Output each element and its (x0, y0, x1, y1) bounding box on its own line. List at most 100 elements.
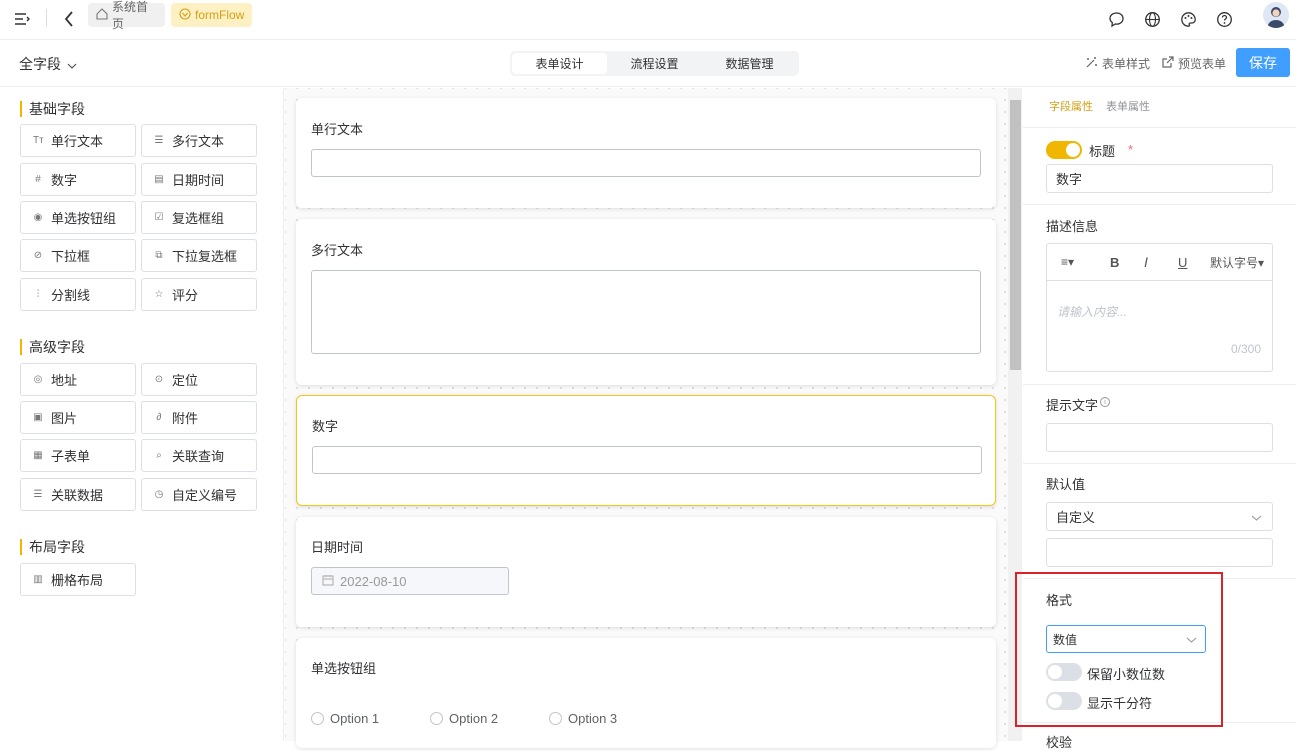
tab-home[interactable]: 系统首页 (88, 0, 165, 31)
font-size-select[interactable]: 默认字号▾ (1210, 254, 1264, 271)
hint-input[interactable] (1046, 423, 1273, 452)
field-label: 下拉复选框 (172, 249, 238, 264)
align-icon[interactable]: ≡▾ (1061, 255, 1074, 269)
help-icon[interactable] (1213, 8, 1235, 30)
tab-form-properties[interactable]: 表单属性 (1106, 98, 1150, 114)
radio-option-1[interactable]: Option 1 (311, 711, 379, 726)
message-icon[interactable] (1105, 8, 1127, 30)
calendar-icon (322, 574, 334, 589)
canvas-field-single-line[interactable]: 单行文本 (296, 98, 996, 208)
multi-line-textarea[interactable] (311, 270, 981, 354)
field-number[interactable]: # 数字 (20, 163, 136, 196)
title-label: 标题 (1089, 144, 1116, 159)
external-link-icon (1161, 55, 1174, 72)
radio-option-2[interactable]: Option 2 (430, 711, 498, 726)
basic-fields-title: 基础字段 (20, 101, 85, 117)
canvas-scroll-thumb[interactable] (1010, 100, 1021, 370)
field-location[interactable]: ⊙ 定位 (141, 363, 257, 396)
field-label: 多行文本 (172, 134, 225, 149)
back-icon[interactable] (58, 8, 80, 30)
tab-field-properties[interactable]: 字段属性 (1049, 98, 1093, 114)
field-attachment[interactable]: ∂ 附件 (141, 401, 257, 434)
form-style-label: 表单样式 (1102, 57, 1151, 71)
canvas-field-radio-group[interactable]: 单选按钮组 Option 1 Option 2 Option 3 (296, 638, 996, 748)
checkbox-icon: ☑ (154, 212, 164, 223)
field-label: 评分 (172, 288, 199, 303)
radio-label: Option 1 (330, 711, 380, 726)
palette-icon[interactable] (1177, 8, 1199, 30)
form-style-button[interactable]: 表单样式 (1085, 55, 1150, 72)
field-label: 复选框组 (172, 211, 225, 226)
field-multi-select[interactable]: ⧉ 下拉复选框 (141, 239, 257, 272)
field-label: 图片 (51, 411, 78, 426)
date-input[interactable]: 2022-08-10 (311, 567, 509, 595)
field-subform[interactable]: ▦ 子表单 (20, 439, 136, 472)
divider (1023, 463, 1296, 464)
info-icon[interactable]: i (1100, 397, 1110, 407)
table-icon: ▦ (33, 450, 43, 461)
tab-formflow[interactable]: formFlow (171, 3, 252, 27)
top-bar: 系统首页 formFlow (0, 0, 1296, 40)
hint-label: 提示文字 (1046, 398, 1099, 413)
calendar-icon: ▤ (154, 174, 164, 185)
field-datetime[interactable]: ▤ 日期时间 (141, 163, 257, 196)
save-button[interactable]: 保存 (1236, 48, 1290, 77)
field-title: 数字 (312, 419, 339, 434)
field-title: 日期时间 (311, 540, 364, 555)
underline-icon[interactable]: U (1178, 255, 1187, 270)
field-label: 单行文本 (51, 134, 104, 149)
canvas-field-number[interactable]: 数字 (296, 395, 996, 506)
field-checkbox-group[interactable]: ☑ 复选框组 (141, 201, 257, 234)
field-multi-line-text[interactable]: ☰ 多行文本 (141, 124, 257, 157)
single-line-input[interactable] (311, 149, 981, 177)
divider (1023, 127, 1296, 128)
field-related-query[interactable]: ⌕ 关联查询 (141, 439, 257, 472)
radio-option-3[interactable]: Option 3 (549, 711, 617, 726)
format-highlight-box (1015, 572, 1223, 727)
field-label: 附件 (172, 411, 199, 426)
toggle-knob (1066, 143, 1080, 157)
description-editor[interactable]: ≡▾ B I U 默认字号▾ 请输入内容... 0/300 (1046, 243, 1273, 372)
field-single-line-text[interactable]: Tᴛ 单行文本 (20, 124, 136, 157)
tab-data-management[interactable]: 数据管理 (702, 53, 797, 74)
radio-circle (430, 712, 443, 725)
field-divider[interactable]: ⫶ 分割线 (20, 278, 136, 311)
title-input[interactable]: 数字 (1046, 164, 1273, 193)
field-image[interactable]: ▣ 图片 (20, 401, 136, 434)
text-icon: Tᴛ (33, 135, 44, 146)
tab-formflow-label: formFlow (195, 8, 245, 22)
field-custom-number[interactable]: ◷ 自定义编号 (141, 478, 257, 511)
field-filter-dropdown[interactable]: 全字段 (19, 54, 77, 74)
globe-icon[interactable] (1141, 8, 1163, 30)
field-label: 数字 (51, 173, 78, 188)
field-label: 分割线 (51, 288, 91, 303)
avatar[interactable] (1263, 2, 1289, 28)
field-label: 定位 (172, 373, 199, 388)
title-visible-toggle[interactable] (1046, 141, 1082, 159)
default-value-select[interactable]: 自定义 (1046, 502, 1273, 531)
default-value-selected: 自定义 (1056, 510, 1096, 525)
field-palette: 基础字段 Tᴛ 单行文本 ☰ 多行文本 # 数字 ▤ 日期时间 ◉ 单选按钮组 ☑ 复选框组… (0, 88, 284, 741)
menu-fold-icon[interactable] (11, 8, 33, 30)
radio-icon: ◉ (33, 212, 43, 223)
default-value-input[interactable] (1046, 538, 1273, 567)
preview-form-button[interactable]: 预览表单 (1161, 55, 1226, 72)
tab-flow-settings[interactable]: 流程设置 (607, 53, 702, 74)
italic-icon[interactable]: I (1144, 254, 1148, 270)
field-rating[interactable]: ☆ 评分 (141, 278, 257, 311)
field-grid-layout[interactable]: ▥ 栅格布局 (20, 563, 136, 596)
radio-circle (549, 712, 562, 725)
tab-form-design[interactable]: 表单设计 (512, 53, 607, 74)
canvas-field-multi-line[interactable]: 多行文本 (296, 219, 996, 385)
number-input[interactable] (312, 446, 982, 474)
field-radio-group[interactable]: ◉ 单选按钮组 (20, 201, 136, 234)
canvas-field-datetime[interactable]: 日期时间 2022-08-10 (296, 517, 996, 627)
tab-home-label: 系统首页 (112, 0, 149, 31)
field-address[interactable]: ◎ 地址 (20, 363, 136, 396)
field-related-data[interactable]: ☰ 关联数据 (20, 478, 136, 511)
field-label: 关联查询 (172, 449, 225, 464)
field-select[interactable]: ⊘ 下拉框 (20, 239, 136, 272)
bold-icon[interactable]: B (1110, 255, 1119, 270)
editor-toolbar: ≡▾ B I U 默认字号▾ (1047, 244, 1272, 281)
grid-icon: ▥ (33, 574, 43, 585)
